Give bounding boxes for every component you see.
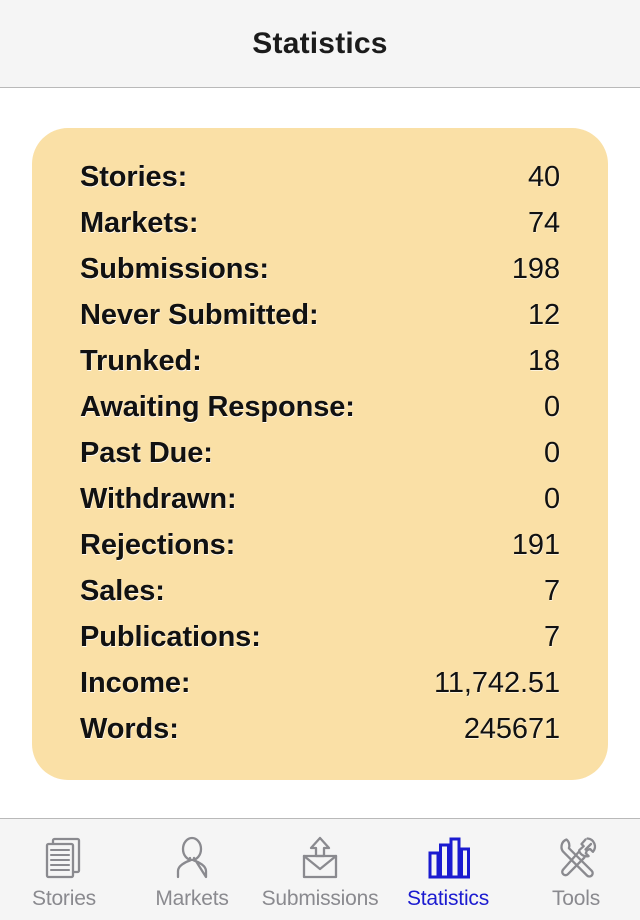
tab-label: Submissions (261, 886, 379, 910)
tab-stories[interactable]: Stories (0, 819, 128, 920)
stat-value: 11,742.51 (434, 666, 560, 699)
stat-row: Sales: 7 (80, 568, 560, 614)
stat-value: 74 (527, 206, 560, 239)
stat-value: 0 (543, 482, 560, 515)
stat-value: 198 (511, 252, 560, 285)
stat-value: 40 (527, 160, 560, 193)
tab-markets[interactable]: Markets (128, 819, 256, 920)
tab-submissions[interactable]: Submissions (256, 819, 384, 920)
content-area: Stories: 40 Markets: 74 Submissions: 198 Never… (0, 88, 640, 818)
stat-label: Income: (80, 666, 191, 699)
stat-label: Words: (80, 712, 179, 745)
stat-value: 12 (527, 298, 560, 331)
stat-label: Rejections: (80, 528, 236, 561)
stat-label: Stories: (80, 160, 188, 193)
stat-value: 191 (511, 528, 560, 561)
stat-label: Past Due: (80, 436, 213, 469)
stat-row: Never Submitted: 12 (80, 292, 560, 338)
tab-label: Statistics (406, 886, 490, 910)
stat-label: Sales: (80, 574, 165, 607)
stat-label: Publications: (80, 620, 261, 653)
stat-row: Words: 245671 (80, 706, 560, 752)
envelope-up-icon[interactable] (294, 835, 346, 881)
stat-label: Never Submitted: (80, 298, 319, 331)
tools-icon[interactable] (550, 835, 602, 881)
navigation-bar: Statistics (0, 0, 640, 88)
stat-label: Withdrawn: (80, 482, 237, 515)
stat-value: 245671 (463, 712, 560, 745)
tab-label: Tools (551, 886, 601, 910)
stat-label: Markets: (80, 206, 199, 239)
person-icon[interactable] (166, 835, 218, 881)
stat-row: Markets: 74 (80, 200, 560, 246)
stat-value: 18 (527, 344, 560, 377)
stat-value: 7 (543, 574, 560, 607)
stat-row: Publications: 7 (80, 614, 560, 660)
tab-statistics[interactable]: Statistics (384, 819, 512, 920)
stat-row: Trunked: 18 (80, 338, 560, 384)
stat-row: Stories: 40 (80, 154, 560, 200)
stat-value: 0 (543, 436, 560, 469)
stat-label: Trunked: (80, 344, 202, 377)
statistics-card: Stories: 40 Markets: 74 Submissions: 198 Never… (32, 128, 608, 780)
stat-label: Awaiting Response: (80, 390, 355, 423)
stat-row: Rejections: 191 (80, 522, 560, 568)
statistics-screen: Statistics Stories: 40 Markets: 74 Submissio… (0, 0, 640, 920)
stat-row: Withdrawn: 0 (80, 476, 560, 522)
stat-row: Submissions: 198 (80, 246, 560, 292)
tab-label: Stories (32, 886, 96, 910)
stat-value: 7 (543, 620, 560, 653)
stat-row: Income: 11,742.51 (80, 660, 560, 706)
stat-label: Submissions: (80, 252, 269, 285)
tab-label: Markets (155, 886, 229, 910)
page-title: Statistics (252, 26, 388, 60)
bar-chart-icon[interactable] (422, 835, 474, 881)
stat-value: 0 (543, 390, 560, 423)
stat-row: Awaiting Response: 0 (80, 384, 560, 430)
tab-tools[interactable]: Tools (512, 819, 640, 920)
documents-icon[interactable] (38, 835, 90, 881)
tab-bar: Stories Markets Submissions Statistics Tools (0, 818, 640, 920)
stat-row: Past Due: 0 (80, 430, 560, 476)
